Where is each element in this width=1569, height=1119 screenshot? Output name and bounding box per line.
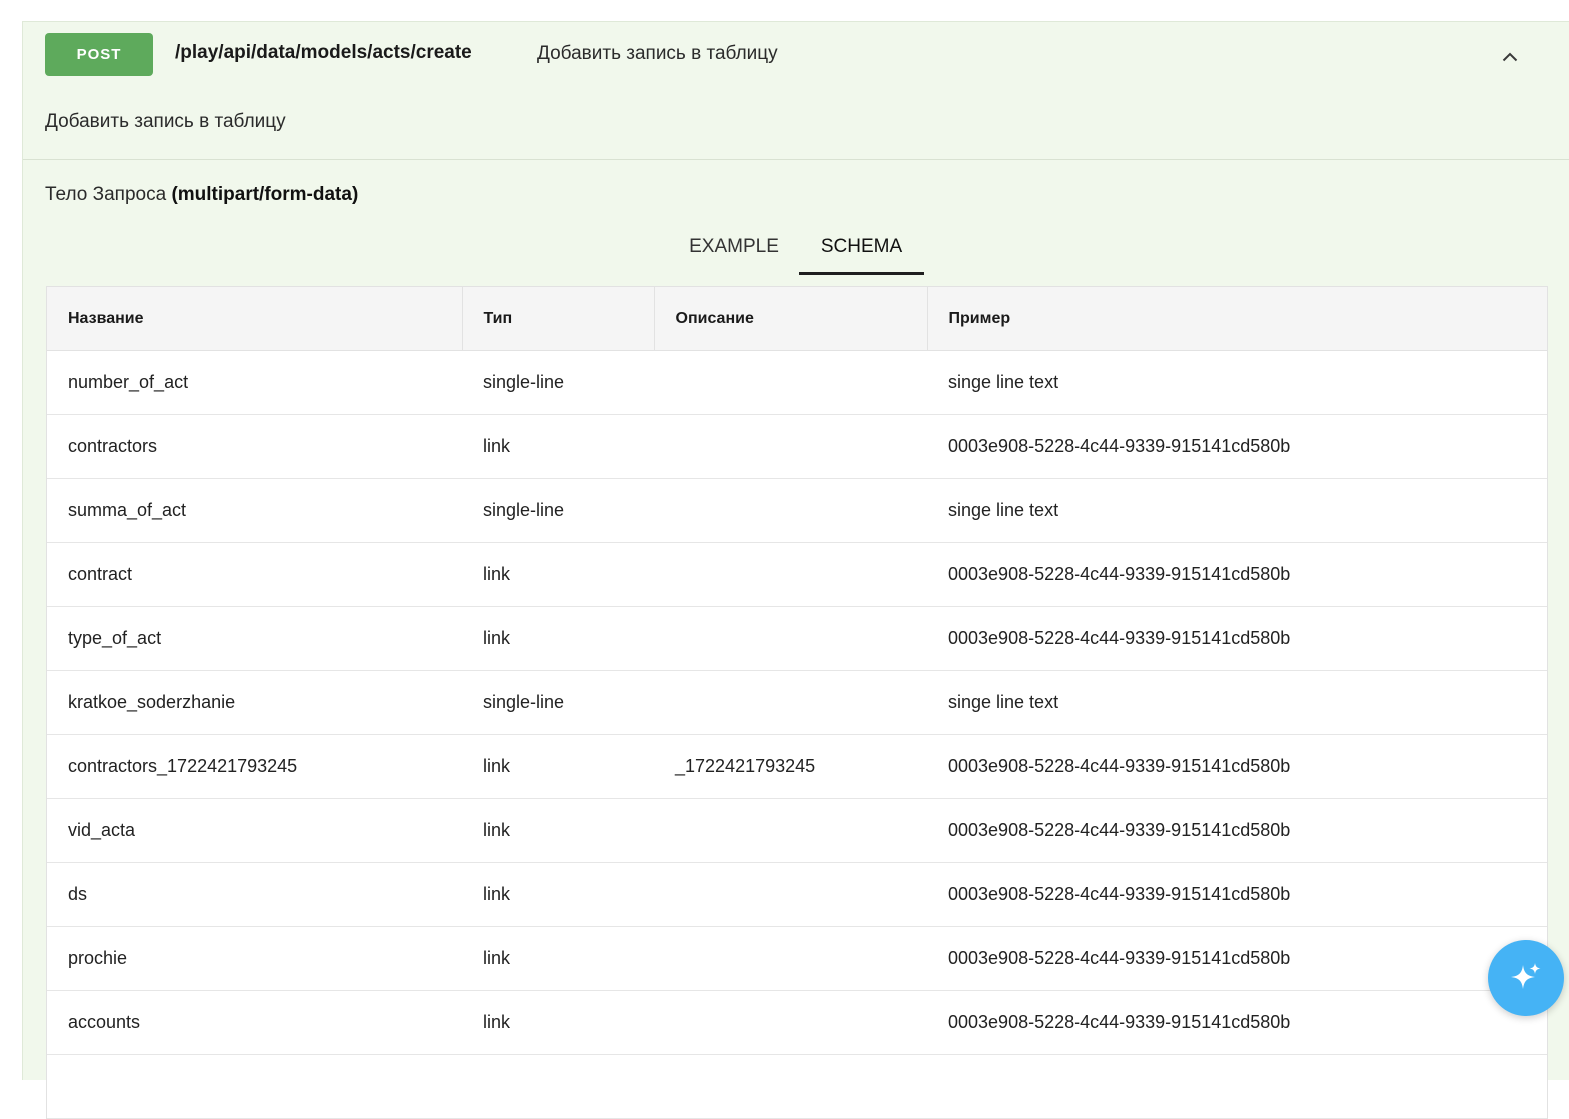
cell-description [654,1054,927,1119]
cell-type: link [462,926,654,991]
cell-description [654,926,927,991]
cell-type: link [462,990,654,1055]
cell-name: kratkoe_soderzhanie [47,670,462,735]
cell-name: contractors [47,414,462,479]
cell-name: ds [47,862,462,927]
table-row: contract link 0003e908-5228-4c44-9339-9151… [47,542,1547,607]
cell-type: link [462,734,654,799]
cell-name: vid_acta [47,798,462,863]
table-row: number_of_act single-line singe line text [47,350,1547,415]
cell-example: singe line text [927,670,1547,735]
cell-type: link [462,862,654,927]
cell-name: prochie [47,926,462,991]
endpoint-panel: POST /play/api/data/models/acts/create Д… [22,21,1569,1119]
cell-type: link [462,798,654,863]
cell-type: link [462,542,654,607]
cell-description: _1722421793245 [654,734,927,799]
endpoint-summary: Добавить запись в таблицу [537,43,778,64]
cell-example: 0003e908-5228-4c44-9339-915141cd580b [927,414,1547,479]
table-row: prochie link 0003e908-5228-4c44-9339-91514… [47,926,1547,991]
table-row: accounts link 0003e908-5228-4c44-9339-9151… [47,990,1547,1055]
cell-name: number_of_act [47,350,462,415]
table-row: contractors_1722421793245 link _1722421793… [47,734,1547,799]
table-row: summa_of_act single-line singe line text [47,478,1547,543]
cell-description [654,670,927,735]
endpoint-path: /play/api/data/models/acts/create [175,42,472,63]
cell-example: 0003e908-5228-4c44-9339-915141cd580b [927,542,1547,607]
column-header-name: Название [47,287,463,351]
cell-example: 0003e908-5228-4c44-9339-915141cd580b [927,798,1547,863]
cell-type: single-line [462,350,654,415]
cell-name: contractors_1722421793245 [47,734,462,799]
cell-example [927,1054,1547,1119]
cell-example: singe line text [927,478,1547,543]
cell-name: contract [47,542,462,607]
cell-name [47,1054,462,1119]
column-header-description: Описание [654,287,928,351]
chevron-up-icon [1502,52,1518,62]
method-badge: POST [45,33,153,76]
cell-name: accounts [47,990,462,1055]
table-row: vid_acta link 0003e908-5228-4c44-9339-9151… [47,798,1547,863]
cell-type [462,1054,654,1119]
cell-type: link [462,414,654,479]
cell-example: 0003e908-5228-4c44-9339-915141cd580b [927,990,1547,1055]
cell-name: summa_of_act [47,478,462,543]
table-row [47,1054,1547,1119]
cell-type: link [462,606,654,671]
cell-example: 0003e908-5228-4c44-9339-915141cd580b [927,862,1547,927]
cell-description [654,798,927,863]
endpoint-description: Добавить запись в таблицу [45,111,286,132]
table-row: type_of_act link 0003e908-5228-4c44-9339-9… [47,606,1547,671]
collapse-button[interactable] [1495,42,1525,72]
tab-schema[interactable]: SCHEMA [799,220,924,275]
table-row: contractors link 0003e908-5228-4c44-9339-9… [47,414,1547,479]
table-header-row: Название Тип Описание Пример [47,287,1547,351]
cell-description [654,478,927,543]
request-body-label: Тело Запроса (multipart/form-data) [45,184,358,206]
ai-assistant-button[interactable] [1488,940,1564,1016]
request-body-title: Тело Запроса [45,184,167,205]
cell-description [654,990,927,1055]
cell-example: 0003e908-5228-4c44-9339-915141cd580b [927,606,1547,671]
table-row: kratkoe_soderzhanie single-line singe line… [47,670,1547,735]
cell-example: 0003e908-5228-4c44-9339-915141cd580b [927,926,1547,991]
cell-example: singe line text [927,350,1547,415]
cell-name: type_of_act [47,606,462,671]
cell-description [654,414,927,479]
cell-description [654,350,927,415]
schema-table: Название Тип Описание Пример number_of_a… [46,286,1548,1119]
cell-example: 0003e908-5228-4c44-9339-915141cd580b [927,734,1547,799]
cell-description [654,862,927,927]
tab-example[interactable]: EXAMPLE [671,220,797,274]
cell-type: single-line [462,670,654,735]
sparkle-icon [1511,963,1541,989]
column-header-type: Тип [462,287,655,351]
cell-description [654,606,927,671]
column-header-example: Пример [927,287,1547,351]
table-row: ds link 0003e908-5228-4c44-9339-915141cd58… [47,862,1547,927]
cell-type: single-line [462,478,654,543]
endpoint-header[interactable]: POST /play/api/data/models/acts/create Д… [23,22,1569,90]
divider [23,159,1569,160]
request-body-content-type: (multipart/form-data) [171,184,359,205]
cell-description [654,542,927,607]
body-tabs: EXAMPLE SCHEMA [23,220,1569,276]
